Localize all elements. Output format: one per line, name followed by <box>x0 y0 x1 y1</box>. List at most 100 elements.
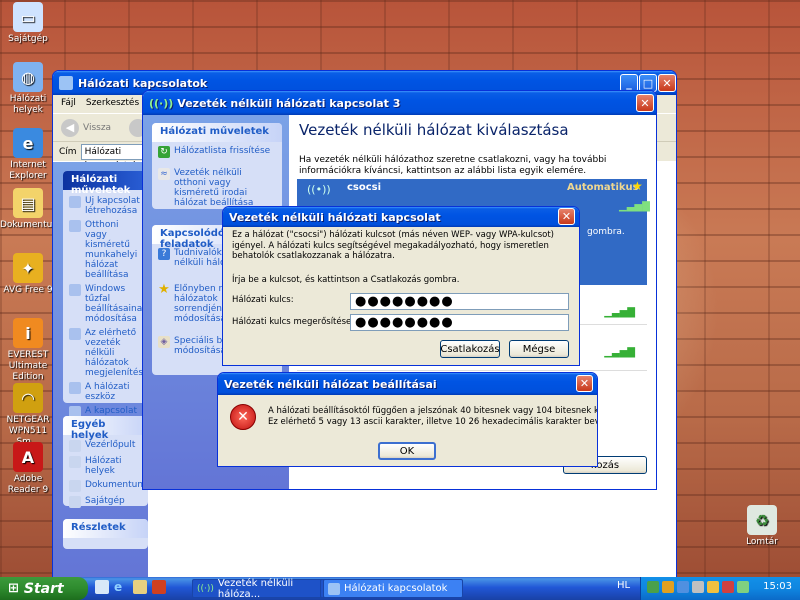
setup-label: Vezeték nélküli otthoni vagy kisméretű i… <box>174 168 254 208</box>
desktop-icon-label: Adobe Reader 9 <box>7 474 49 495</box>
back-label[interactable]: Vissza <box>83 123 111 133</box>
key-connect-button[interactable]: Csatlakozás <box>440 340 500 358</box>
internet-explorer-icon: e <box>13 128 43 158</box>
place-icon <box>69 456 81 468</box>
address-label: Cím <box>59 146 77 157</box>
tray-everest-icon[interactable] <box>707 581 719 593</box>
net-task-item[interactable]: Új kapcsolat létrehozása <box>63 194 148 218</box>
task-icon <box>69 328 81 340</box>
error-dialog-close-button[interactable]: ✕ <box>576 375 593 392</box>
details-box: Részletek <box>63 519 148 549</box>
net-side-panel: Hálózati műveletek Új kapcsolat létrehoz… <box>53 162 157 579</box>
tray-wireless-icon[interactable] <box>737 581 749 593</box>
error-dialog-titlebar[interactable]: Vezeték nélküli hálózat beállításai <box>218 373 597 395</box>
confirm-key-input[interactable]: ●●●●●●●● <box>350 314 569 331</box>
other-place-item[interactable]: Hálózati helyek <box>63 454 148 478</box>
tray-avg-icon[interactable] <box>662 581 674 593</box>
net-task-item[interactable]: Az elérhető vezeték nélküli hálózatok me… <box>63 326 148 380</box>
other-place-label: Hálózati helyek <box>85 456 122 476</box>
refresh-icon: ↻ <box>158 146 170 158</box>
desktop-icon-internet-explorer[interactable]: e Internet Explorer <box>0 128 56 182</box>
network-key-dialog[interactable]: Vezeték nélküli hálózati kapcsolat ✕ Ez … <box>222 206 580 366</box>
other-place-item[interactable]: Dokumentumok <box>63 478 157 494</box>
desktop-icon-label: Internet Explorer <box>9 160 47 181</box>
wireless-window-titlebar[interactable]: ((·)) Vezeték nélküli hálózati kapcsolat… <box>143 91 656 115</box>
key-dialog-close-button[interactable]: ✕ <box>558 208 575 225</box>
desktop-icon-netgear[interactable]: ◠NETGEAR WPN511 Sm... <box>0 383 56 448</box>
net-tasks-box: Hálózati műveletek Új kapcsolat létrehoz… <box>63 171 148 484</box>
task-network-label: Hálózati kapcsolatok <box>344 583 448 594</box>
details-header: Részletek <box>63 519 148 538</box>
network-key-input[interactable]: ●●●●●●●● <box>350 293 569 310</box>
task-icon <box>69 284 81 296</box>
error-dialog[interactable]: Vezeték nélküli hálózat beállításai ✕ ✕ … <box>217 372 598 467</box>
place-icon <box>69 496 81 508</box>
key-dialog-titlebar[interactable]: Vezeték nélküli hálózati kapcsolat <box>223 207 579 227</box>
key-cancel-button[interactable]: Mégse <box>509 340 569 358</box>
tray-icons <box>647 581 749 593</box>
desktop-icon-adobe-reader[interactable]: A Adobe Reader 9 <box>0 442 56 496</box>
wireless-heading: Vezeték nélküli hálózat kiválasztása <box>299 121 569 139</box>
explorer-quick-icon[interactable] <box>133 580 147 594</box>
net-task-item[interactable]: Otthoni vagy kisméretű munkahelyi hálóza… <box>63 218 148 282</box>
refresh-network-list[interactable]: ↻ Hálózatlista frissítése <box>152 142 282 160</box>
task-wireless[interactable]: ((·)) Vezeték nélküli hálóza... <box>192 578 332 600</box>
other-place-item[interactable]: Vezérlőpult <box>63 438 148 454</box>
refresh-label: Hálózatlista frissítése <box>174 146 271 156</box>
avg-icon: ✦ <box>13 253 43 283</box>
desktop-icon-label: AVG Free 9 <box>3 285 53 295</box>
other-places-header: Egyéb helyek <box>63 416 148 441</box>
network-name: csocsi <box>347 182 382 193</box>
net-task-label: Az elérhető vezeték nélküli hálózatok me… <box>85 328 142 378</box>
recycle-bin-label: Lomtár <box>746 537 778 547</box>
net-task-label: Otthoni vagy kisméretű munkahelyi hálóza… <box>85 220 138 280</box>
start-button[interactable]: ⊞ Start <box>0 577 88 600</box>
desktop-icon-avg[interactable]: ✦ AVG Free 9 <box>0 253 56 296</box>
desktop-icon-label: Hálózati helyek <box>9 94 47 115</box>
tray-monitor-icon[interactable] <box>677 581 689 593</box>
task-icon <box>69 220 81 232</box>
desktop-icon-my-documents[interactable]: ▤ Dokumentumok <box>0 188 72 231</box>
other-place-item[interactable]: Sajátgép <box>63 494 148 510</box>
net-task-item[interactable]: Windows tűzfal beállításainak módosítása <box>63 282 148 326</box>
desktop-icon-label: EVEREST Ultimate Edition <box>7 350 49 382</box>
wireless-icon: ((·)) <box>149 96 174 110</box>
error-dialog-title: Vezeték nélküli hálózat beállításai <box>224 377 437 391</box>
recycle-bin-icon[interactable]: ♻ Lomtár <box>734 505 790 548</box>
desktop-icon-my-computer[interactable]: ▭ Sajátgép <box>0 2 56 45</box>
wireless-intro: Ha vezeték nélküli hálózathoz szeretne c… <box>299 155 607 176</box>
netgear-icon: ◠ <box>13 383 43 413</box>
tray-network-icon[interactable] <box>647 581 659 593</box>
desktop-icon-everest[interactable]: i EVEREST Ultimate Edition <box>0 318 56 383</box>
menu-file[interactable]: Fájl <box>61 98 76 110</box>
ie-quick-icon[interactable]: e <box>114 580 128 594</box>
setup-home-network[interactable]: ≈ Vezeték nélküli otthoni vagy kisméretű… <box>152 160 282 210</box>
key-dialog-description: Ez a hálózat ("csocsi") hálózati kulcsot… <box>232 230 554 261</box>
wireless-window-title: Vezeték nélküli hálózati kapcsolat 3 <box>177 96 401 110</box>
media-quick-icon[interactable] <box>152 580 166 594</box>
signal-icon-3: ▁▃▅▇ <box>604 347 635 358</box>
desktop-icon-network-places[interactable]: ◍ Hálózati helyek <box>0 62 56 116</box>
language-indicator[interactable]: HL <box>617 580 630 591</box>
show-desktop-icon[interactable] <box>95 580 109 594</box>
menu-edit[interactable]: Szerkesztés <box>86 98 139 110</box>
net-task-label: Új kapcsolat létrehozása <box>85 196 140 216</box>
task-icon <box>69 382 81 394</box>
info-icon: ? <box>158 248 170 260</box>
other-place-label: Sajátgép <box>85 496 125 506</box>
tray-speaker-icon[interactable] <box>692 581 704 593</box>
net-task-item[interactable]: A hálózati eszköz <box>63 380 148 404</box>
system-tray: 15:03 <box>640 577 800 600</box>
task-network[interactable]: Hálózati kapcsolatok <box>323 579 463 598</box>
network-antenna-icon: ((•)) <box>307 183 331 196</box>
close-button[interactable]: ✕ <box>658 74 676 92</box>
ok-button[interactable]: OK <box>378 442 436 460</box>
net-task-label: Windows tűzfal beállításainak módosítása <box>85 284 142 324</box>
my-computer-icon: ▭ <box>13 2 43 32</box>
error-message-line1: A hálózati beállításoktól függően a jels… <box>268 406 597 416</box>
desktop-icon-label: Sajátgép <box>8 34 48 44</box>
wireless-close-button[interactable]: ✕ <box>636 94 654 112</box>
everest-icon: i <box>13 318 43 348</box>
tray-security-icon[interactable] <box>722 581 734 593</box>
back-icon[interactable]: ◀ <box>61 118 79 137</box>
